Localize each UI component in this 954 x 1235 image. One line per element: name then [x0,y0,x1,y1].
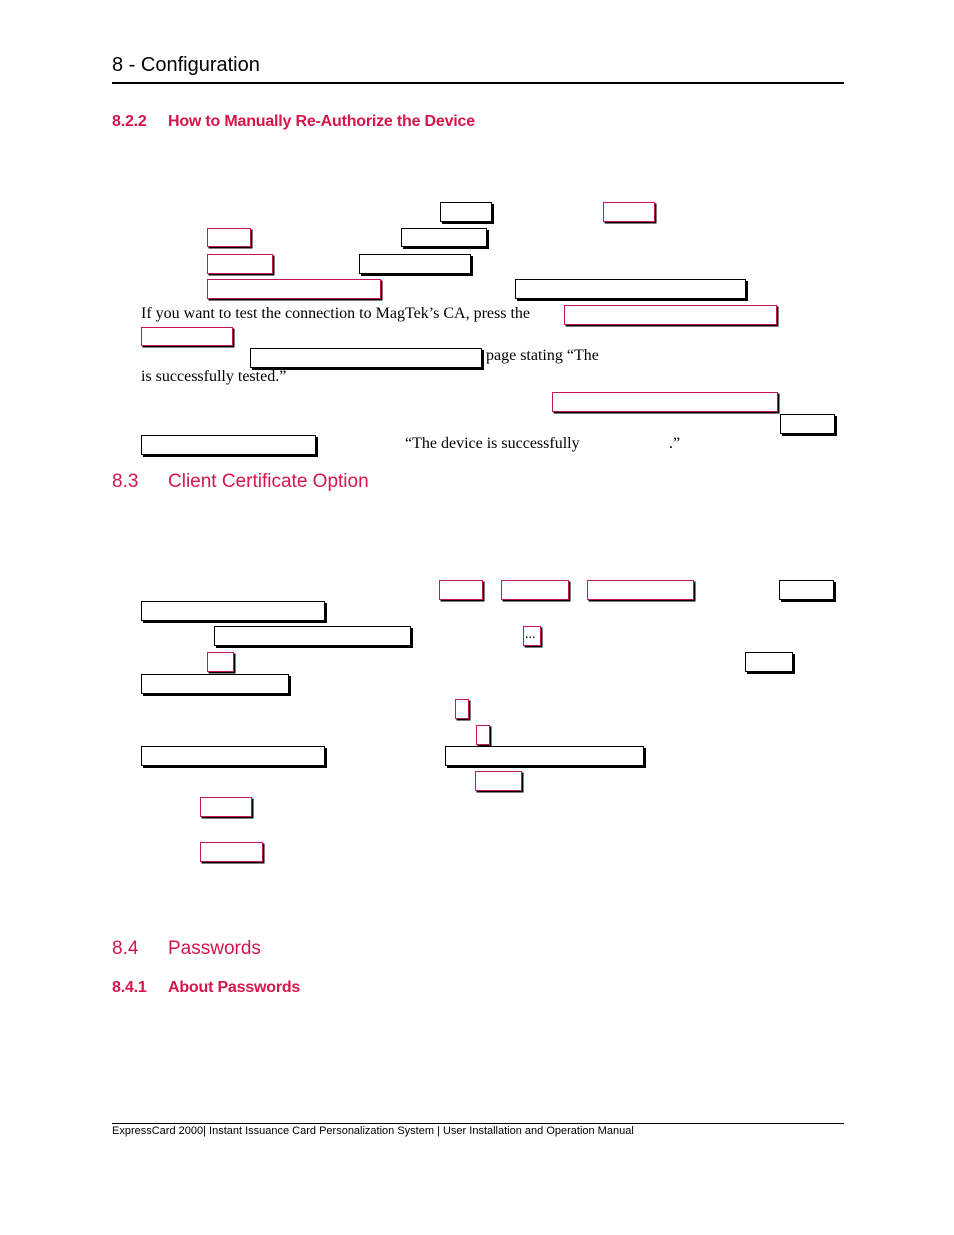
ui-ref-box [440,202,492,222]
section-number: 8.4.1 [112,979,147,996]
ui-link-box[interactable] [475,771,522,791]
ui-link-box[interactable] [200,797,252,817]
browse-button[interactable]: ... [523,626,541,646]
ui-link-box[interactable] [439,580,483,600]
footer-text: ExpressCard 2000| Instant Issuance Card … [112,1125,634,1137]
body-text-successfully-tested: is successfully tested.” [141,368,287,385]
section-number: 8.4 [112,938,139,959]
section-title: Client Certificate Option [168,471,369,492]
ui-link-box[interactable] [587,580,694,600]
section-title: About Passwords [168,979,301,996]
ui-ref-box [214,626,411,646]
chapter-title: 8 - Configuration [112,54,260,76]
ui-link-box[interactable] [564,305,777,325]
footer-rule [112,1123,844,1124]
ui-link-box[interactable] [476,725,490,745]
body-text-device-success: “The device is successfully [405,435,580,452]
ui-link-box[interactable] [207,279,381,299]
section-heading-8-3: 8.3 Client Certificate Option [112,471,369,493]
header-rule [112,82,844,84]
ui-ref-box [141,674,289,694]
ellipsis-label: ... [525,627,536,642]
ui-link-box[interactable] [603,202,655,222]
section-title: How to Manually Re-Authorize the Device [168,113,475,130]
ui-link-box[interactable] [200,842,263,862]
ui-link-box[interactable] [207,652,234,672]
ui-ref-box [359,254,471,274]
ui-ref-box [780,414,835,434]
ui-ref-box [141,746,325,766]
ui-link-box[interactable] [207,228,251,247]
ui-ref-box [401,228,487,247]
ui-ref-box [141,601,325,621]
ui-ref-box [250,348,482,368]
section-number: 8.3 [112,471,139,492]
ui-link-box[interactable] [455,699,469,719]
section-heading-8-4: 8.4 Passwords [112,938,261,960]
body-text-device-success-close: .” [669,435,681,452]
ui-ref-box [141,435,316,455]
section-heading-8-4-1: 8.4.1 About Passwords [112,979,300,997]
body-text-page-stating: page stating “The [486,347,599,364]
ui-link-box[interactable] [207,254,273,274]
ui-ref-box [515,279,746,299]
section-heading-8-2-2: 8.2.2 How to Manually Re-Authorize the De… [112,113,475,131]
ui-link-box[interactable] [501,580,569,600]
body-text-test-connection: If you want to test the connection to Ma… [141,305,531,322]
ui-link-box[interactable] [141,327,233,346]
ui-link-box[interactable] [552,392,778,412]
section-number: 8.2.2 [112,113,147,130]
ui-ref-box [779,580,834,600]
ui-ref-box [745,652,793,672]
ui-ref-box [445,746,644,766]
section-title: Passwords [168,938,261,959]
